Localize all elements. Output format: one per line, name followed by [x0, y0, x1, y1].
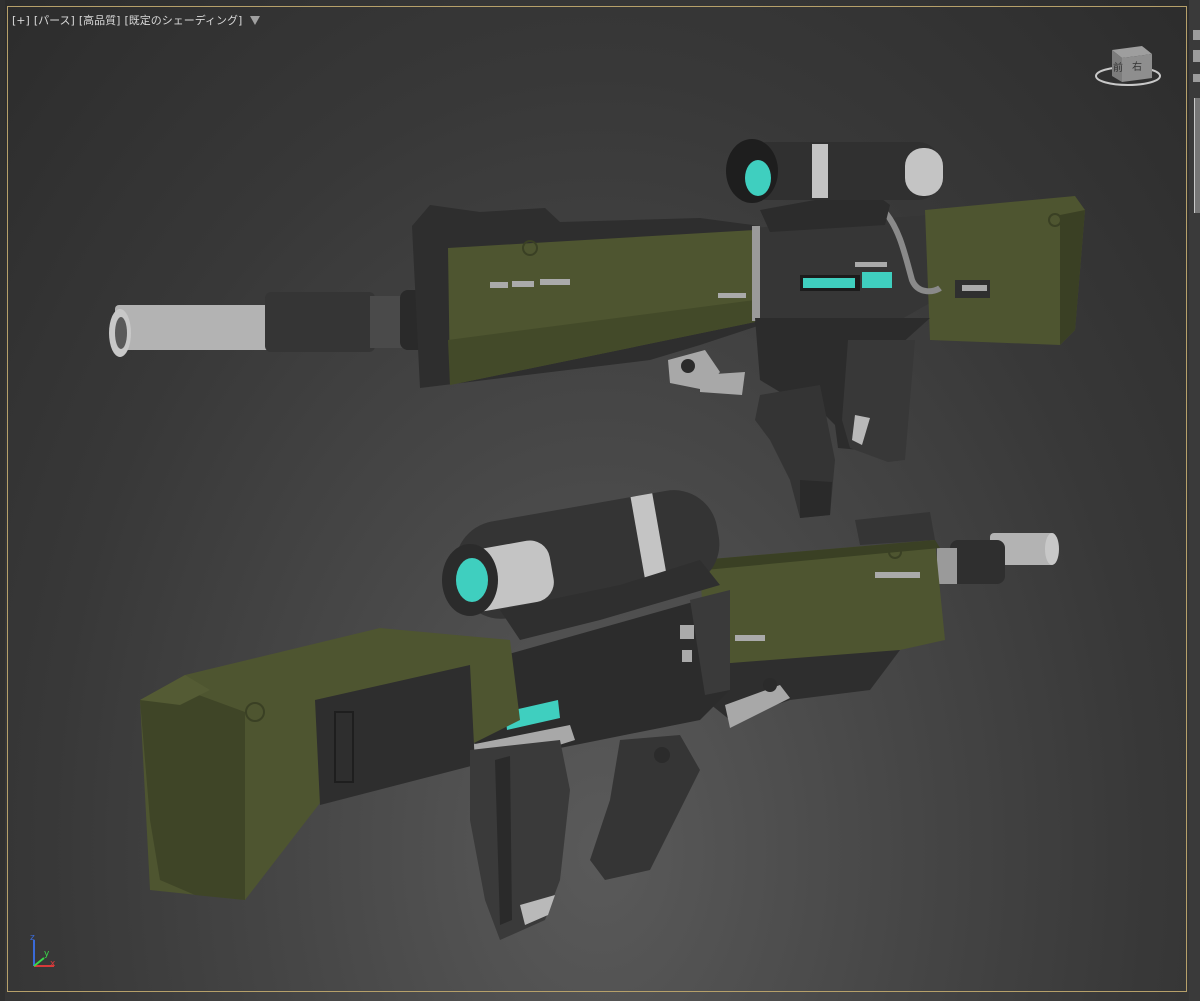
viewcube[interactable]: 前 右 — [1095, 46, 1161, 86]
right-panel-edge — [1189, 0, 1200, 1001]
bottom-grip — [590, 735, 700, 880]
viewport-view-menu[interactable]: [パース] — [34, 12, 75, 28]
scene-render[interactable]: 前 右 z x y — [0, 0, 1189, 1001]
rifle-bottom[interactable] — [140, 483, 1059, 940]
viewport-shading-menu[interactable]: [既定のシェーディング] — [124, 12, 242, 28]
viewcube-label-right: 右 — [1132, 60, 1142, 73]
bottom-scope-lens — [456, 558, 488, 602]
viewport-label-menu[interactable]: [+] [パース] [高品質] [既定のシェーディング] — [12, 12, 261, 28]
rifle-top[interactable] — [109, 139, 1085, 518]
perspective-viewport[interactable]: 前 右 z x y [+] [パース] [高品質] [既定のシェーディング] — [0, 0, 1200, 1001]
viewcube-label-front: 前 — [1113, 61, 1123, 74]
bottom-magazine — [470, 740, 570, 940]
top-suppressor — [265, 292, 375, 352]
top-barrel — [115, 305, 285, 350]
top-teal-panel — [862, 272, 892, 288]
y-axis-label: y — [44, 949, 50, 959]
right-panel-scrollbar[interactable] — [1194, 98, 1200, 213]
top-muzzle-bore — [115, 317, 127, 349]
x-axis-label: x — [50, 959, 56, 969]
top-suppressor-ring — [370, 296, 405, 348]
top-scope-lens — [745, 160, 771, 196]
viewport-plus-menu[interactable]: [+] — [12, 14, 30, 27]
top-magazine — [842, 340, 915, 462]
top-slot — [718, 293, 746, 298]
viewport-quality-menu[interactable]: [高品質] — [79, 12, 121, 28]
top-teal-panel — [803, 278, 855, 288]
z-axis-label: z — [30, 933, 35, 943]
bottom-suppressor — [950, 540, 1005, 584]
y-axis — [33, 957, 45, 967]
filter-icon[interactable] — [250, 15, 261, 25]
top-slot — [512, 281, 534, 287]
top-slot — [540, 279, 570, 285]
axis-gizmo: z x y — [30, 933, 56, 969]
top-slot — [490, 282, 508, 288]
